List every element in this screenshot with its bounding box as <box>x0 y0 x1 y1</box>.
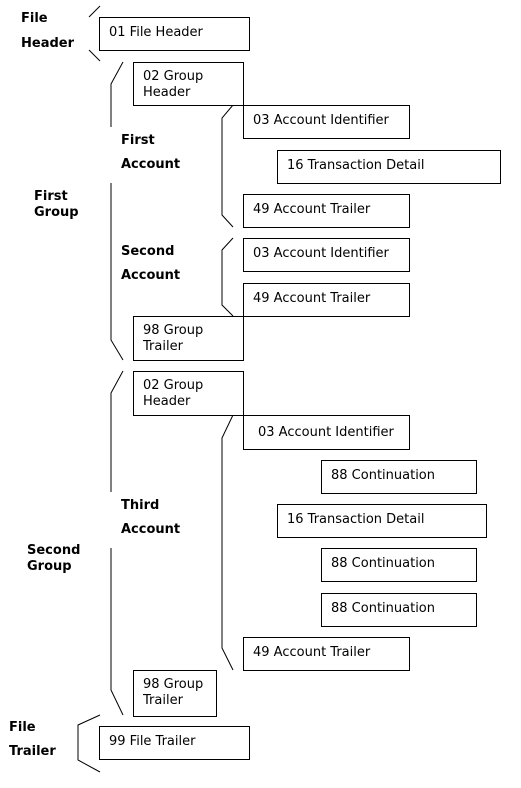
second-account-bracket <box>221 237 234 317</box>
label-third-account: Third Account <box>121 498 180 538</box>
label-line: Trailer <box>9 744 56 759</box>
record-account-identifier: 03 Account Identifier <box>243 415 410 450</box>
label-line: Account <box>121 157 181 172</box>
record-transaction-detail: 16 Transaction Detail <box>277 504 487 538</box>
record-continuation: 88 Continuation <box>321 593 477 627</box>
label-line: Account <box>121 268 181 283</box>
file-header-bracket <box>88 5 101 18</box>
record-file-header: 01 File Header <box>99 17 250 51</box>
record-account-identifier: 03 Account Identifier <box>243 238 410 272</box>
file-header-bracket-bottom <box>88 49 101 62</box>
label-second-account: Second Account <box>121 244 180 284</box>
record-group-trailer: 98 Group Trailer <box>133 316 244 361</box>
first-group-bracket-top <box>110 61 124 127</box>
label-line: First <box>34 189 68 204</box>
label-line: File <box>9 720 36 735</box>
label-file-trailer: File Trailer <box>9 720 56 760</box>
label-line: Second <box>121 244 175 259</box>
label-line: Group <box>27 559 72 574</box>
label-line: Third <box>121 498 160 513</box>
label-line: Header <box>21 36 75 51</box>
file-trailer-bracket <box>77 714 101 773</box>
record-account-trailer: 49 Account Trailer <box>243 637 410 671</box>
label-second-group: Second Group <box>27 543 80 575</box>
record-file-trailer: 99 File Trailer <box>99 726 250 760</box>
label-file-header: File Header <box>21 11 74 52</box>
second-group-bracket-top <box>110 370 124 492</box>
record-account-trailer: 49 Account Trailer <box>243 283 410 317</box>
label-line: Account <box>121 522 181 537</box>
record-continuation: 88 Continuation <box>321 460 477 494</box>
record-group-trailer: 98 Group Trailer <box>133 670 217 717</box>
label-first-group: First Group <box>34 189 79 221</box>
record-continuation: 88 Continuation <box>321 548 477 582</box>
label-line: First <box>121 133 155 148</box>
record-transaction-detail: 16 Transaction Detail <box>277 150 501 184</box>
record-group-header: 02 Group Header <box>133 371 244 416</box>
second-group-bracket-bottom <box>110 548 124 716</box>
first-account-bracket <box>221 104 234 228</box>
record-group-header: 02 Group Header <box>133 62 244 106</box>
record-account-trailer: 49 Account Trailer <box>243 194 410 228</box>
label-line: Group <box>34 205 79 220</box>
record-account-identifier: 03 Account Identifier <box>243 105 410 139</box>
third-account-bracket <box>221 414 234 671</box>
label-line: File <box>21 11 48 26</box>
label-first-account: First Account <box>121 133 180 173</box>
label-line: Second <box>27 543 81 558</box>
